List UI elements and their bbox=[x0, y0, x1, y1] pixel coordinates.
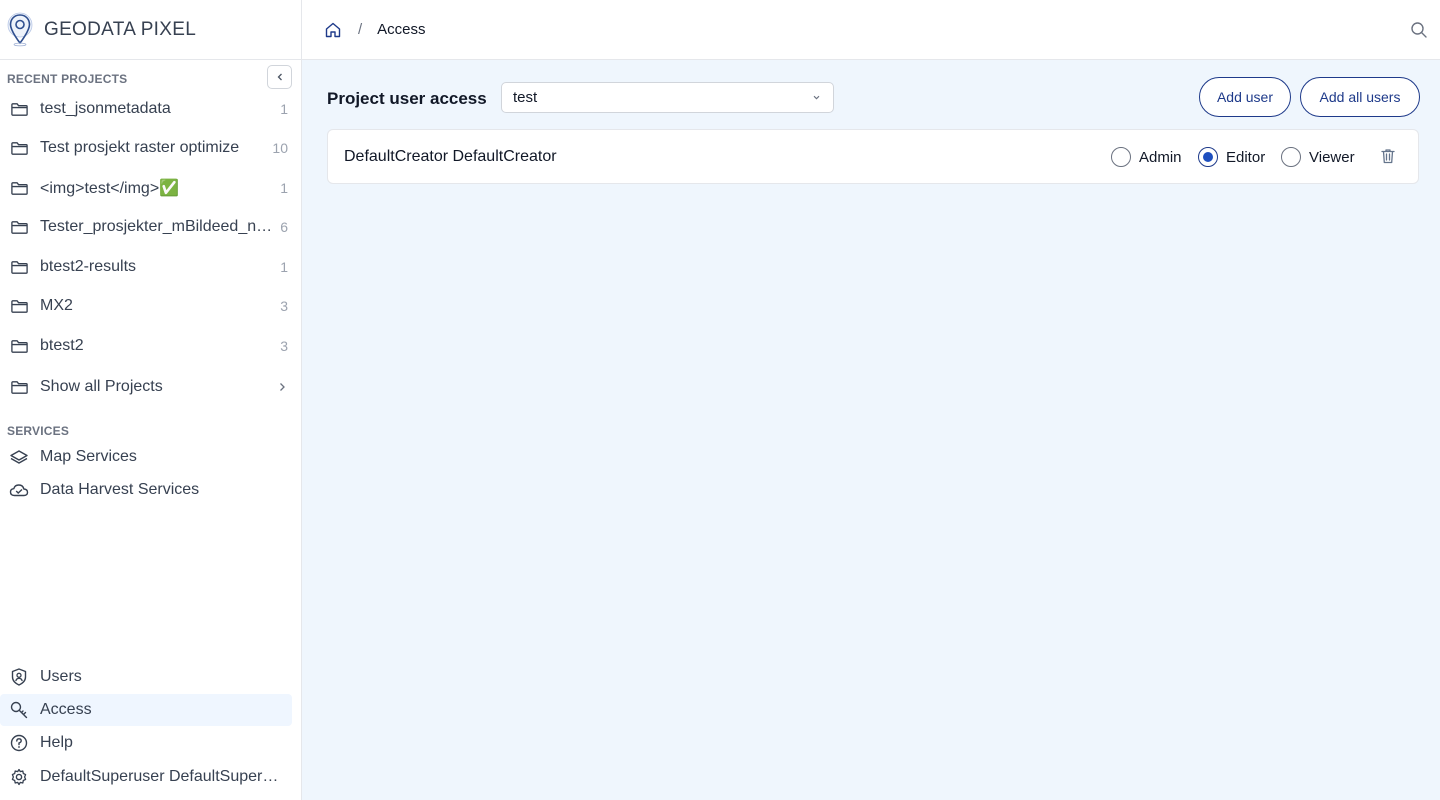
project-name: MX2 bbox=[40, 297, 73, 314]
gear-icon bbox=[11, 768, 27, 786]
layers-icon bbox=[10, 450, 28, 464]
cloud-check-icon bbox=[9, 484, 29, 497]
nav-label: Access bbox=[40, 701, 92, 718]
trash-icon[interactable] bbox=[1379, 147, 1397, 165]
role-viewer-radio[interactable] bbox=[1281, 147, 1301, 167]
role-editor-radio[interactable] bbox=[1198, 147, 1218, 167]
add-all-users-button[interactable]: Add all users bbox=[1300, 77, 1420, 117]
project-count: 10 bbox=[272, 140, 288, 156]
role-label: Editor bbox=[1226, 148, 1266, 166]
key-icon bbox=[10, 701, 28, 719]
project-name: btest2-results bbox=[40, 258, 137, 275]
page-title: Project user access bbox=[327, 89, 487, 108]
role-label: Admin bbox=[1139, 148, 1182, 166]
project-name: Test prosjekt raster optimize bbox=[40, 139, 240, 156]
project-count: 3 bbox=[280, 298, 288, 314]
folder-icon bbox=[11, 102, 28, 116]
sidebar: GEODATA PIXEL RECENT PROJECTS test_jsonm… bbox=[0, 0, 302, 800]
nav-user-settings[interactable]: DefaultSuperuser DefaultSuperuser bbox=[0, 761, 292, 793]
show-all-projects[interactable]: Show all Projects bbox=[0, 370, 300, 404]
project-name: btest2 bbox=[40, 337, 84, 354]
chevron-left-icon bbox=[277, 73, 282, 81]
folder-icon bbox=[11, 339, 28, 353]
nav-label: Map Services bbox=[40, 448, 137, 465]
map-pin-logo-icon bbox=[7, 12, 33, 46]
chevron-down-icon bbox=[813, 95, 820, 100]
chevron-right-icon bbox=[280, 383, 285, 391]
nav-label: Help bbox=[40, 734, 73, 751]
project-item[interactable]: test_jsonmetadata 1 bbox=[0, 92, 300, 126]
search-icon[interactable] bbox=[1410, 21, 1428, 39]
project-item[interactable]: MX2 3 bbox=[0, 289, 300, 323]
role-editor-option[interactable]: Editor bbox=[1198, 147, 1265, 167]
project-select-value: test bbox=[513, 89, 538, 106]
project-item[interactable]: Tester_prosjekter_mBildeed_nummer 6 bbox=[0, 210, 300, 244]
project-name: <img>test</img>✅ bbox=[40, 180, 180, 197]
nav-help[interactable]: Help bbox=[0, 727, 292, 759]
folder-icon bbox=[11, 299, 28, 313]
role-admin-radio[interactable] bbox=[1111, 147, 1131, 167]
breadcrumb-separator: / bbox=[358, 21, 363, 38]
breadcrumb-current: Access bbox=[377, 21, 426, 38]
user-name: DefaultCreator DefaultCreator bbox=[344, 148, 557, 165]
user-access-row: DefaultCreator DefaultCreator Admin Edit… bbox=[327, 129, 1419, 184]
project-name: Tester_prosjekter_mBildeed_nummer bbox=[40, 218, 277, 235]
project-item[interactable]: btest2-results 1 bbox=[0, 250, 300, 284]
brand[interactable]: GEODATA PIXEL bbox=[0, 0, 301, 60]
add-user-button[interactable]: Add user bbox=[1199, 77, 1291, 117]
user-badge-icon bbox=[11, 668, 27, 686]
main-content: Project user access test Add user Add al… bbox=[302, 60, 1440, 800]
recent-projects-label: RECENT PROJECTS bbox=[7, 72, 128, 86]
folder-icon bbox=[11, 141, 28, 155]
folder-icon bbox=[11, 380, 28, 394]
role-admin-option[interactable]: Admin bbox=[1111, 147, 1182, 167]
nav-label: DefaultSuperuser DefaultSuperuser bbox=[40, 768, 285, 785]
help-icon bbox=[10, 734, 28, 752]
project-count: 3 bbox=[280, 338, 288, 354]
home-icon[interactable] bbox=[324, 21, 342, 39]
role-label: Viewer bbox=[1309, 148, 1355, 166]
role-viewer-option[interactable]: Viewer bbox=[1281, 147, 1355, 167]
nav-label: Users bbox=[40, 668, 82, 685]
project-item[interactable]: btest2 3 bbox=[0, 329, 300, 363]
project-count: 1 bbox=[280, 180, 288, 196]
nav-data-harvest-services[interactable]: Data Harvest Services bbox=[0, 474, 292, 506]
project-count: 1 bbox=[280, 259, 288, 275]
nav-access[interactable]: Access bbox=[0, 694, 292, 726]
services-label: SERVICES bbox=[7, 424, 70, 438]
project-count: 6 bbox=[280, 219, 288, 235]
folder-icon bbox=[11, 220, 28, 234]
project-count: 1 bbox=[280, 101, 288, 117]
collapse-sidebar-button[interactable] bbox=[267, 65, 292, 89]
project-name: test_jsonmetadata bbox=[40, 100, 171, 117]
folder-icon bbox=[11, 260, 28, 274]
nav-users[interactable]: Users bbox=[0, 661, 292, 693]
nav-map-services[interactable]: Map Services bbox=[0, 441, 292, 473]
show-all-projects-label: Show all Projects bbox=[40, 378, 163, 395]
project-item[interactable]: Test prosjekt raster optimize 10 bbox=[0, 131, 300, 165]
folder-icon bbox=[11, 181, 28, 195]
nav-label: Data Harvest Services bbox=[40, 481, 200, 498]
project-select[interactable]: test bbox=[501, 82, 834, 113]
brand-name: GEODATA PIXEL bbox=[44, 18, 197, 40]
project-item[interactable]: <img>test</img>✅ 1 bbox=[0, 171, 300, 205]
top-bar: / Access bbox=[302, 0, 1440, 60]
